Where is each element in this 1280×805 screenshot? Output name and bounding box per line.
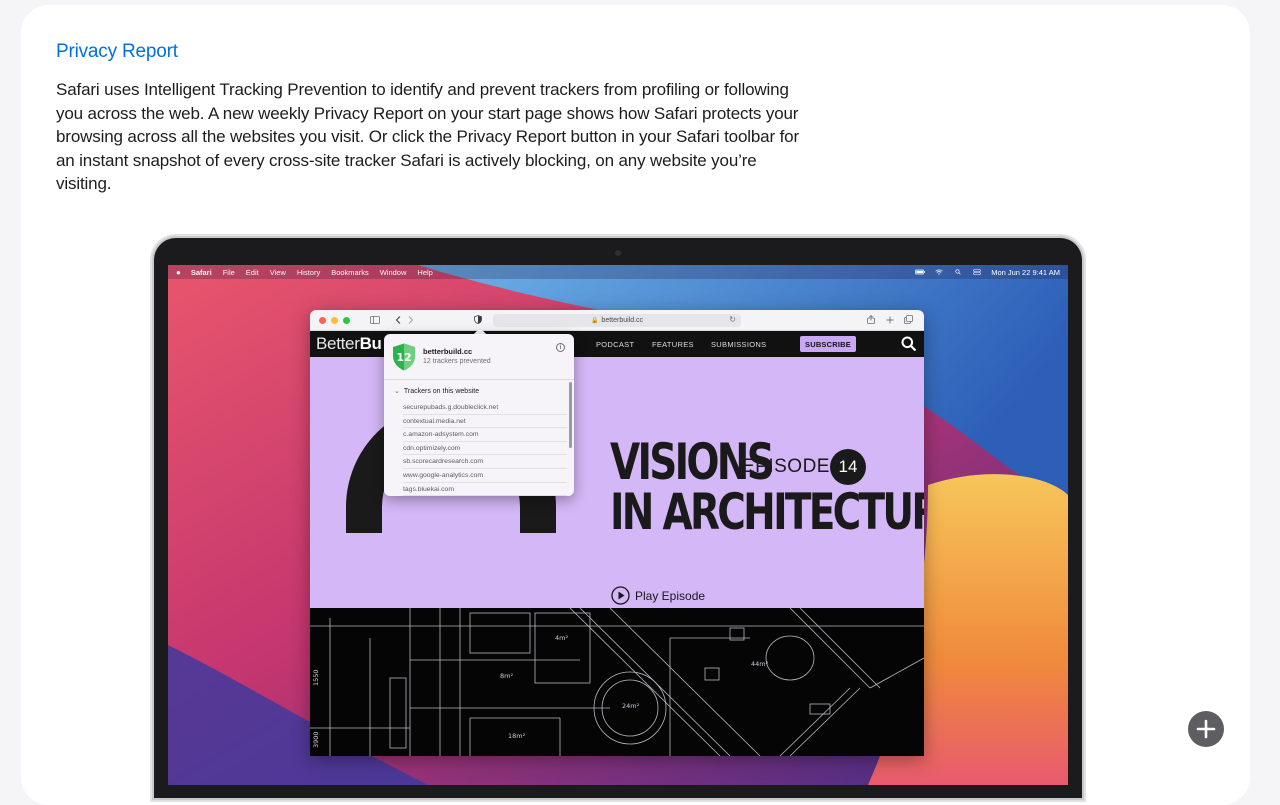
nav-submissions[interactable]: SUBMISSIONS (711, 340, 766, 349)
menu-window[interactable]: Window (380, 268, 407, 277)
plus-icon (1196, 719, 1216, 739)
menu-history[interactable]: History (297, 268, 320, 277)
share-icon[interactable] (867, 315, 875, 324)
reload-icon[interactable]: ↻ (729, 315, 736, 324)
back-icon[interactable] (395, 316, 401, 324)
menubar-clock[interactable]: Mon Jun 22 9:41 AM (991, 268, 1060, 277)
play-episode-button[interactable]: Play Episode (611, 586, 705, 605)
privacy-report-popover: 12 betterbuild.cc 12 trackers prevented … (384, 334, 574, 496)
floorplan-drawing: 4m² 8m² 24m² 44m² 18m² 1550 3900 (310, 608, 924, 756)
battery-icon[interactable] (915, 269, 926, 275)
minimize-window-button[interactable] (331, 316, 338, 324)
macbook-frame: ● Safari File Edit View History Bookmark… (154, 238, 1082, 798)
card-description: Safari uses Intelligent Tracking Prevent… (56, 80, 799, 194)
menu-safari[interactable]: Safari (191, 268, 212, 277)
nav-podcast[interactable]: PODCAST (596, 340, 634, 349)
list-item: contextual.media.net (403, 415, 567, 429)
zoom-window-button[interactable] (343, 316, 350, 324)
dimension-label-f: 1550 (312, 669, 320, 686)
close-window-button[interactable] (319, 316, 326, 324)
laptop-screen: ● Safari File Edit View History Bookmark… (168, 265, 1068, 785)
address-bar[interactable]: 🔒 betterbuild.cc ↻ (493, 314, 741, 327)
blueprint-floorplan: 4m² 8m² 24m² 44m² 18m² 1550 3900 (310, 608, 924, 756)
room-label-d: 44m² (751, 660, 769, 668)
trackers-section-label: Trackers on this website (403, 388, 480, 395)
list-item: sb.scorecardresearch.com (403, 455, 567, 469)
room-label-a: 4m² (555, 634, 568, 642)
forward-icon[interactable] (408, 316, 414, 324)
subscribe-button[interactable]: SUBSCRIBE (800, 336, 856, 352)
chevron-down-icon: ⌄ (394, 388, 400, 395)
traffic-lights (319, 316, 350, 324)
lock-icon: 🔒 (590, 318, 599, 324)
list-item: cdn.optimizely.com (403, 442, 567, 456)
menu-bookmarks[interactable]: Bookmarks (331, 268, 369, 277)
dimension-label-g: 3900 (312, 731, 320, 748)
wifi-icon[interactable] (934, 269, 944, 275)
logo-text-bold: Bu (359, 334, 382, 353)
list-item: c.amazon-adsystem.com (403, 428, 567, 442)
control-center-icon[interactable] (972, 269, 982, 275)
macos-menubar: ● Safari File Edit View History Bookmark… (168, 265, 1068, 279)
tracker-count: 12 (396, 351, 411, 364)
info-icon[interactable]: i (556, 343, 565, 352)
trackers-section-toggle[interactable]: ⌄ Trackers on this website (394, 387, 479, 395)
list-item: www.google-analytics.com (403, 469, 567, 483)
tab-overview-icon[interactable] (904, 315, 913, 324)
popover-scrollbar[interactable] (569, 382, 572, 448)
logo-text-light: Better (316, 334, 360, 353)
popover-site: betterbuild.cc (423, 347, 473, 356)
episode-title-line2: IN ARCHITECTURE (610, 483, 924, 541)
episode-number-badge: 14 (830, 449, 866, 485)
list-item: tags.bluekai.com (403, 483, 567, 496)
list-item: securepubads.g.doubleclick.net (403, 401, 567, 415)
address-bar-url: betterbuild.cc (601, 317, 644, 324)
privacy-report-shield-icon[interactable] (474, 315, 482, 324)
play-icon (611, 586, 630, 605)
episode-title: VISIONS IN ARCHITECTURE (610, 437, 924, 537)
tracker-list: securepubads.g.doubleclick.net contextua… (403, 401, 567, 496)
sidebar-icon[interactable] (370, 316, 380, 324)
safari-toolbar: 🔒 betterbuild.cc ↻ (310, 310, 924, 331)
apple-icon[interactable]: ● (176, 268, 181, 277)
menu-file[interactable]: File (223, 268, 235, 277)
episode-label: EPISODE (742, 456, 830, 477)
nav-features[interactable]: FEATURES (652, 340, 694, 349)
shield-icon: 12 (393, 343, 415, 371)
room-label-e: 18m² (508, 732, 526, 740)
play-episode-label: Play Episode (635, 588, 706, 603)
popover-divider (384, 379, 574, 380)
camera-icon (615, 250, 621, 256)
card-title: Privacy Report (56, 41, 178, 62)
spotlight-search-icon[interactable] (953, 269, 963, 275)
menu-edit[interactable]: Edit (246, 268, 259, 277)
room-label-b: 8m² (500, 672, 513, 680)
new-tab-icon[interactable] (886, 316, 894, 324)
menu-view[interactable]: View (270, 268, 286, 277)
betterbuild-logo[interactable]: BetterBu (316, 334, 382, 354)
room-label-c: 24m² (622, 702, 640, 710)
expand-button[interactable] (1188, 711, 1224, 747)
popover-summary: 12 trackers prevented (423, 358, 491, 365)
safari-window: 🔒 betterbuild.cc ↻ BetterBu PODCAST FEAT… (310, 310, 924, 756)
search-icon[interactable] (901, 336, 916, 351)
menu-help[interactable]: Help (417, 268, 432, 277)
